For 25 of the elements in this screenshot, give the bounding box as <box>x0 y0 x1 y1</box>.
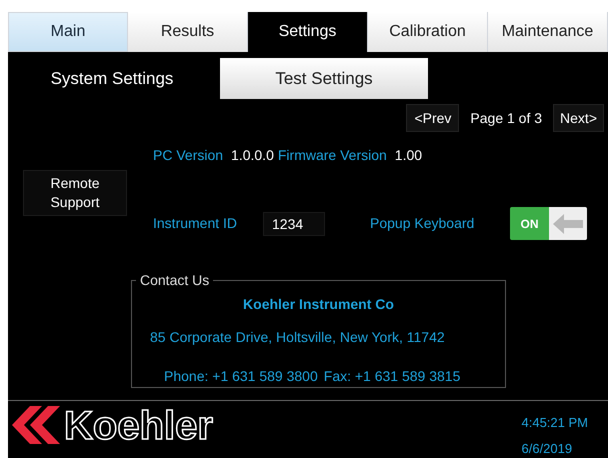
version-label: Firmware Version <box>278 146 387 165</box>
fax-number: Fax: +1 631 589 3815 <box>324 367 460 386</box>
clock-time: 4:45:21 PM <box>522 414 588 432</box>
next-button[interactable]: Next> <box>553 104 604 132</box>
tab[interactable]: Calibration <box>368 12 488 52</box>
logo-text: Koehler <box>64 406 213 446</box>
chevron-logo-icon <box>10 406 60 444</box>
company-name: Koehler Instrument Co <box>243 295 394 314</box>
sub-tab[interactable]: Test Settings <box>220 58 428 99</box>
phone-number: Phone: +1 631 589 3800 <box>164 367 318 386</box>
tab[interactable]: Results <box>128 12 248 52</box>
page-indicator: Page 1 of 3 <box>469 108 544 128</box>
popup-keyboard-label: Popup Keyboard <box>370 214 476 234</box>
version-value: 1.0.0.0 <box>231 146 274 165</box>
remote-support-button[interactable]: Remote Support <box>23 170 127 216</box>
prev-button[interactable]: <Prev <box>406 104 460 132</box>
tab[interactable]: Main <box>8 12 128 52</box>
address: 85 Corporate Drive, Holtsville, New York, 11742 <box>150 328 445 348</box>
version-value: 1.00 <box>394 146 422 165</box>
version-label: PC Version <box>153 146 224 165</box>
instrument-id-label: Instrument ID <box>153 214 238 234</box>
arrow-icon <box>553 214 583 234</box>
instrument-id-field[interactable]: 1234 <box>263 212 325 236</box>
tab[interactable]: Maintenance <box>488 12 608 52</box>
clock-date: 6/6/2019 <box>522 440 574 458</box>
